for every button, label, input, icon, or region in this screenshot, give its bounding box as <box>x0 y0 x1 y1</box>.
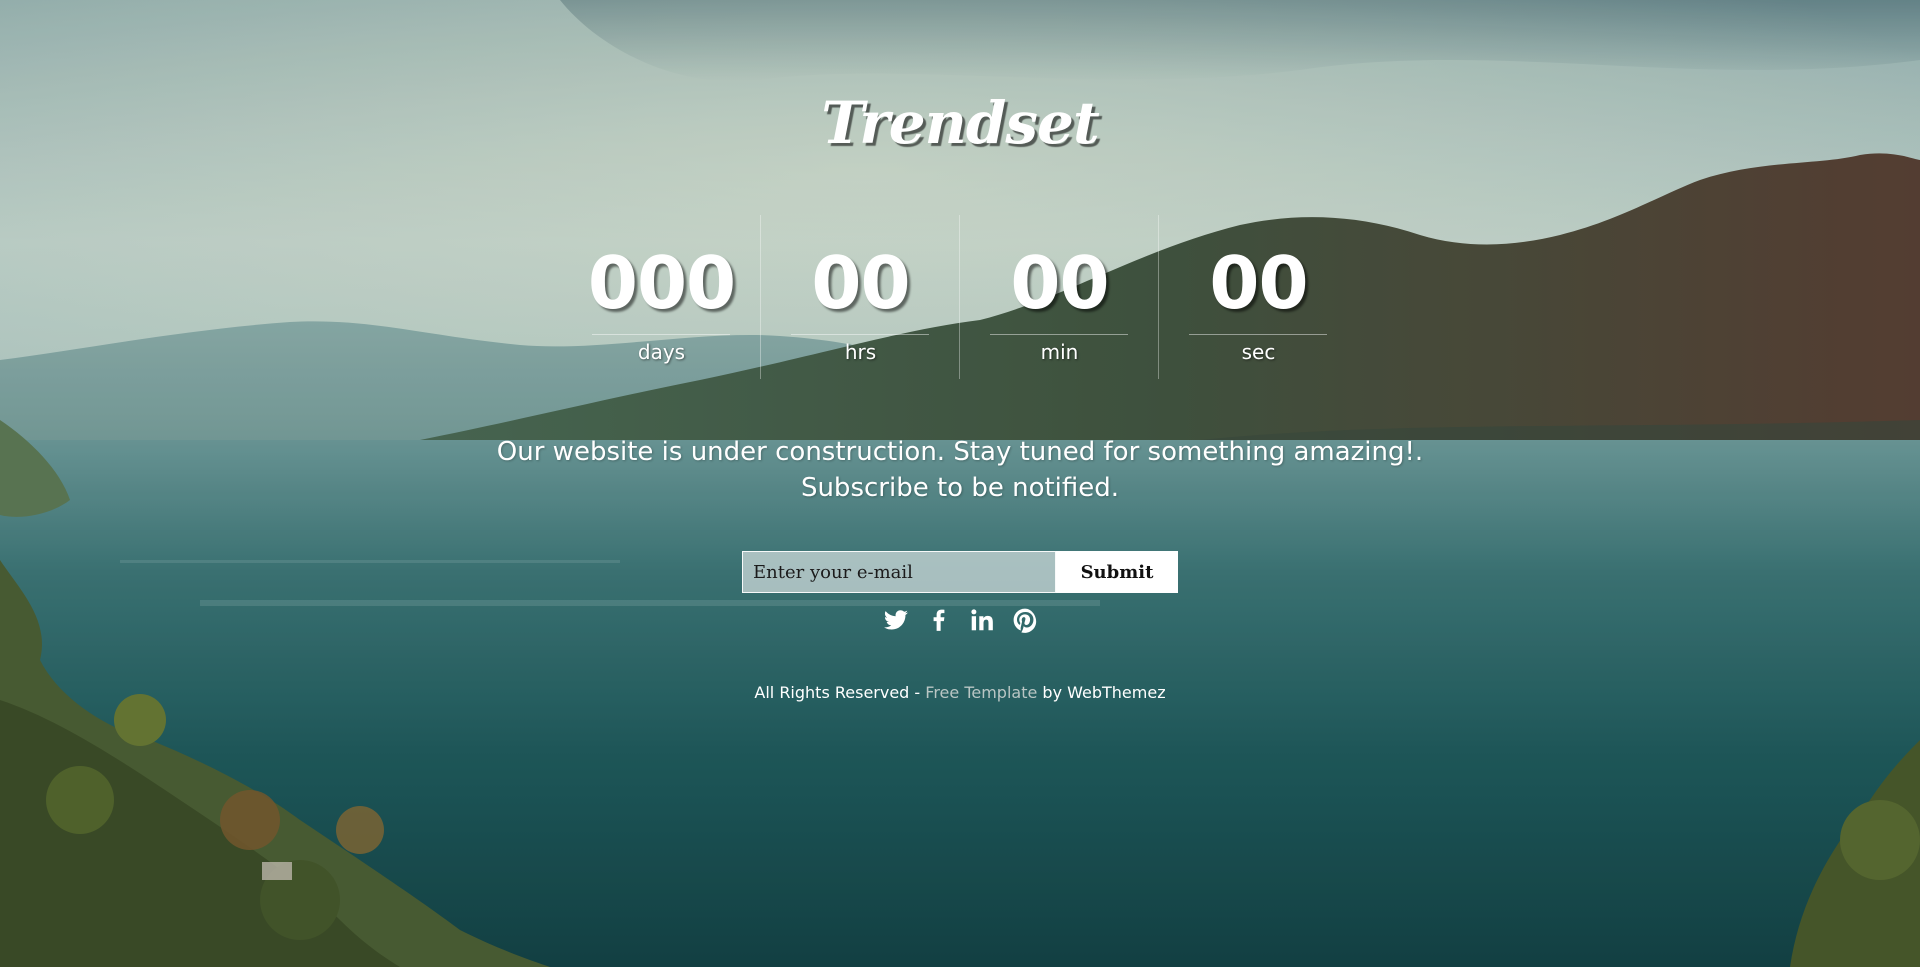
countdown-minutes: 00 min <box>960 215 1159 379</box>
countdown-divider <box>990 334 1128 335</box>
countdown-hours-label: hrs <box>844 340 877 364</box>
submit-button[interactable]: Submit <box>1056 551 1178 593</box>
linkedin-link[interactable] <box>969 606 995 634</box>
footer-credit: by WebThemez <box>1037 683 1166 702</box>
linkedin-icon <box>970 609 993 631</box>
countdown-seconds-value: 00 <box>1209 241 1308 325</box>
footer-copyright: All Rights Reserved - <box>754 683 926 702</box>
facebook-icon <box>933 609 944 631</box>
countdown-hours-value: 00 <box>811 241 910 325</box>
countdown-divider <box>1189 334 1327 335</box>
pinterest-link[interactable] <box>1012 606 1038 634</box>
countdown-timer: 000 days 00 hrs 00 min 00 sec <box>562 215 1358 379</box>
countdown-days-label: days <box>637 340 686 364</box>
countdown-seconds: 00 sec <box>1159 215 1358 379</box>
countdown-hours: 00 hrs <box>761 215 960 379</box>
facebook-link[interactable] <box>926 606 952 634</box>
subscribe-form: Submit <box>742 551 1178 593</box>
countdown-minutes-value: 00 <box>1010 241 1109 325</box>
coming-soon-page: Trendset 000 days 00 hrs 00 min 00 sec O… <box>0 0 1920 967</box>
construction-message: Our website is under construction. Stay … <box>0 434 1920 506</box>
countdown-days-value: 000 <box>587 241 736 325</box>
countdown-minutes-label: min <box>1040 340 1079 364</box>
pinterest-icon <box>1013 608 1036 633</box>
subscribe-prompt: Subscribe to be notified. <box>800 473 1120 503</box>
free-template-link[interactable]: Free Template <box>925 683 1037 702</box>
countdown-divider <box>791 334 929 335</box>
countdown-seconds-label: sec <box>1241 340 1276 364</box>
twitter-icon <box>883 610 908 630</box>
social-links <box>0 606 1920 634</box>
twitter-link[interactable] <box>883 606 909 634</box>
countdown-days: 000 days <box>562 215 761 379</box>
construction-message-line: Our website is under construction. Stay … <box>496 437 1424 467</box>
site-logo[interactable]: Trendset <box>0 88 1920 158</box>
countdown-divider <box>592 334 730 335</box>
footer: All Rights Reserved - Free Template by W… <box>0 682 1920 704</box>
email-input[interactable] <box>742 551 1056 593</box>
